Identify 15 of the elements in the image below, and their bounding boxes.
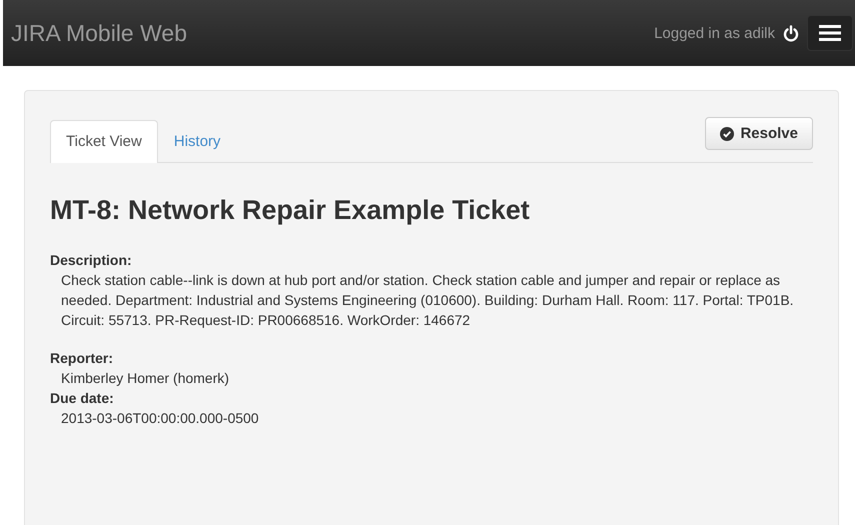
tab[interactable]: Ticket View	[50, 120, 158, 163]
brand-title[interactable]: JIRA Mobile Web	[11, 20, 187, 46]
power-icon[interactable]	[783, 24, 799, 42]
field-label: Reporter:	[50, 350, 114, 366]
field-value: 2013-03-06T00:00:00.000-0500	[61, 409, 260, 428]
menu-button[interactable]	[807, 15, 853, 51]
field-value: Kimberley Homer (homerk)	[61, 369, 230, 388]
logged-in-text: Logged in as adilk	[654, 24, 775, 42]
field-label: Description:	[50, 252, 133, 268]
menu-icon	[819, 25, 841, 41]
field-value: Check station cable--link is down at hub port and/or station. Check station cable and jumper and repair or replace as needed. Department: Industrial and Systems Engineering (010600). Building: Durham Hall. Room: 117. Portal: TP01B. Circuit: 55713. PR-Request-ID: PR00668516. WorkOrder: 146672	[61, 271, 795, 330]
resolve-button[interactable]: Resolve	[705, 117, 813, 150]
ticket-title: MT-8: Network Repair Example Ticket	[50, 195, 531, 226]
check-circle-icon	[720, 126, 734, 140]
field-label: Due date:	[50, 390, 115, 406]
